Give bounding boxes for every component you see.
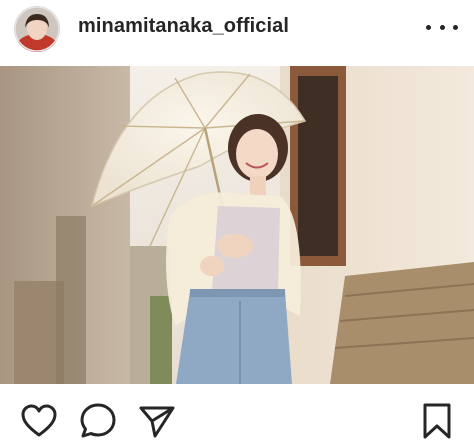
comment-bubble-icon[interactable] bbox=[79, 402, 117, 440]
more-dot bbox=[439, 24, 445, 30]
paper-plane-icon[interactable] bbox=[138, 402, 176, 440]
more-dot bbox=[453, 24, 458, 30]
post-header: minamitanaka_official bbox=[0, 0, 474, 66]
photo-illustration bbox=[0, 66, 474, 384]
bookmark-icon[interactable] bbox=[420, 402, 454, 440]
heart-icon[interactable] bbox=[20, 402, 58, 440]
more-options-icon[interactable] bbox=[426, 15, 458, 39]
post-photo[interactable] bbox=[0, 66, 474, 384]
post-actions bbox=[0, 384, 474, 447]
more-dot bbox=[426, 24, 431, 30]
username[interactable]: minamitanaka_official bbox=[78, 15, 289, 38]
avatar-image bbox=[14, 6, 60, 52]
avatar[interactable] bbox=[14, 6, 60, 52]
